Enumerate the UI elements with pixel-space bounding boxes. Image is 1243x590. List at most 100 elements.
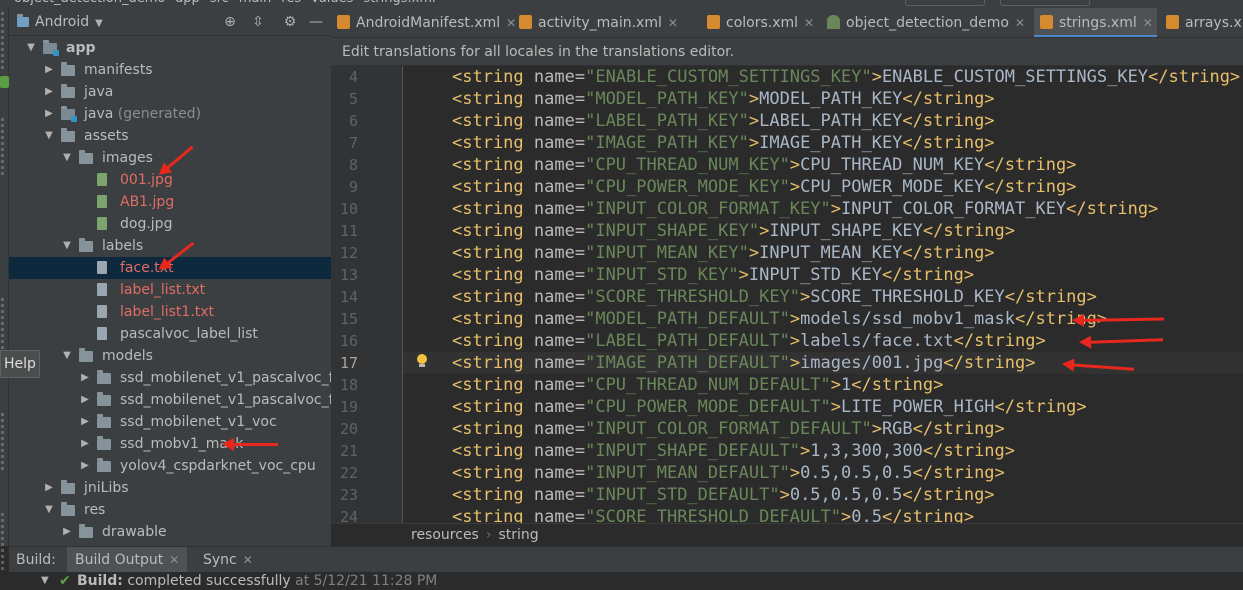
close-icon[interactable]: ✕ xyxy=(169,553,179,567)
locate-target-icon[interactable]: ⊕ xyxy=(221,13,239,31)
code-line[interactable]: <string name="INPUT_MEAN_KEY">INPUT_MEAN… xyxy=(452,242,995,264)
close-icon[interactable]: ✕ xyxy=(1015,16,1025,30)
code-line[interactable]: <string name="MODEL_PATH_DEFAULT">models… xyxy=(452,308,1107,330)
chevron-right-icon[interactable]: ▶ xyxy=(79,455,91,477)
run-config-select[interactable] xyxy=(905,0,985,6)
chevron-right-icon[interactable]: ▶ xyxy=(61,521,73,543)
tree-item[interactable]: label_list1.txt xyxy=(9,301,331,323)
chevron-down-icon[interactable]: ▼ xyxy=(25,37,37,59)
close-icon[interactable]: ✕ xyxy=(804,16,814,30)
editor-tab[interactable]: AndroidManifest.xml ✕ xyxy=(331,8,520,37)
project-view-selector[interactable]: Android ▼ xyxy=(17,14,103,30)
chevron-right-icon[interactable]: ▶ xyxy=(79,367,91,389)
tree-item[interactable]: AB1.jpg xyxy=(9,191,331,213)
build-tab[interactable]: Sync ✕ xyxy=(195,547,261,573)
code-line[interactable]: <string name="LABEL_PATH_KEY">LABEL_PATH… xyxy=(452,110,995,132)
tree-item[interactable]: ▼ labels xyxy=(9,235,331,257)
nav-crumb[interactable]: main xyxy=(239,0,271,6)
tree-item[interactable]: ▶ java (generated) xyxy=(9,103,331,125)
nav-crumb[interactable]: strings.xml xyxy=(363,0,435,6)
code-line[interactable]: <string name="INPUT_SHAPE_KEY">INPUT_SHA… xyxy=(452,220,1015,242)
editor-tab[interactable]: strings.xml ✕ xyxy=(1034,8,1157,37)
tree-item[interactable]: ▼ res xyxy=(9,499,331,521)
lightbulb-icon[interactable] xyxy=(416,354,428,368)
tree-item[interactable]: ▶ jniLibs xyxy=(9,477,331,499)
code-line[interactable]: <string name="MODEL_PATH_KEY">MODEL_PATH… xyxy=(452,88,995,110)
chevron-right-icon[interactable]: ▶ xyxy=(43,81,55,103)
layout-captures-tool-button[interactable] xyxy=(0,298,8,358)
tree-item[interactable]: ▶ drawable xyxy=(9,521,331,543)
code-line[interactable]: <string name="INPUT_COLOR_FORMAT_KEY">IN… xyxy=(452,198,1158,220)
tree-item[interactable]: label_list.txt xyxy=(9,279,331,301)
chevron-right-icon[interactable]: ▶ xyxy=(79,411,91,433)
code-line[interactable]: <string name="SCORE_THRESHOLD_DEFAULT">0… xyxy=(452,506,974,523)
tree-item[interactable]: ▶ ssd_mobv1_mask xyxy=(9,433,331,455)
code-line[interactable]: <string name="IMAGE_PATH_DEFAULT">images… xyxy=(452,352,1035,374)
code-line[interactable]: <string name="CPU_POWER_MODE_DEFAULT">LI… xyxy=(452,396,1087,418)
tree-item[interactable]: ▶ manifests xyxy=(9,59,331,81)
folder-icon xyxy=(97,458,111,472)
translations-editor-banner[interactable]: Edit translations for all locales in the… xyxy=(331,38,1243,66)
tree-item[interactable]: ▶ yolov4_cspdarknet_voc_cpu xyxy=(9,455,331,477)
tree-item[interactable]: ▼ assets xyxy=(9,125,331,147)
code-line[interactable]: <string name="INPUT_STD_KEY">INPUT_STD_K… xyxy=(452,264,974,286)
chevron-down-icon[interactable]: ▼ xyxy=(41,572,49,590)
nav-breadcrumb[interactable]: object_detection_demo app src main res values… xyxy=(14,0,446,6)
editor-tab[interactable]: object_detection_demo ✕ xyxy=(821,8,1029,37)
nav-crumb[interactable]: app xyxy=(175,0,199,6)
gear-icon[interactable]: ⚙ xyxy=(281,13,299,31)
hide-panel-icon[interactable]: — xyxy=(307,13,325,31)
code-token: " xyxy=(830,507,841,523)
nav-crumb[interactable]: res xyxy=(281,0,301,6)
code-line[interactable]: <string name="CPU_THREAD_NUM_KEY">CPU_TH… xyxy=(452,154,1076,176)
chevron-down-icon[interactable]: ▼ xyxy=(61,235,73,257)
tree-item[interactable]: ▶ ssd_mobilenet_v1_pascalvoc_for_ xyxy=(9,389,331,411)
tree-item[interactable]: ▶ ssd_mobilenet_v1_voc xyxy=(9,411,331,433)
close-icon[interactable]: ✕ xyxy=(243,553,253,567)
build-tab[interactable]: Build Output ✕ xyxy=(67,547,188,573)
tree-item[interactable]: dog.jpg xyxy=(9,213,331,235)
code-line[interactable]: <string name="INPUT_STD_DEFAULT">0.5,0.5… xyxy=(452,484,995,506)
structure-tool-button[interactable] xyxy=(0,413,8,473)
tree-item[interactable]: ▶ ssd_mobilenet_v1_pascalvoc_for_ xyxy=(9,367,331,389)
xml-breadcrumb-item[interactable]: string xyxy=(498,527,538,543)
code-line[interactable]: <string name="INPUT_MEAN_DEFAULT">0.5,0.… xyxy=(452,462,1005,484)
code-editor[interactable]: <string name="ENABLE_CUSTOM_SETTINGS_KEY… xyxy=(403,66,1243,523)
chevron-down-icon[interactable]: ▼ xyxy=(43,125,55,147)
resource-manager-tool-button[interactable] xyxy=(0,118,8,178)
chevron-right-icon[interactable]: ▶ xyxy=(43,103,55,125)
chevron-right-icon[interactable]: ▶ xyxy=(79,433,91,455)
collapse-all-icon[interactable]: ⇳ xyxy=(249,13,267,31)
code-line[interactable]: <string name="SCORE_THRESHOLD_KEY">SCORE… xyxy=(452,286,1097,308)
tree-item[interactable]: ▶ java xyxy=(9,81,331,103)
nav-crumb[interactable]: src xyxy=(210,0,229,6)
close-icon[interactable]: ✕ xyxy=(668,16,678,30)
code-line[interactable]: <string name="INPUT_COLOR_FORMAT_DEFAULT… xyxy=(452,418,1005,440)
tree-item[interactable]: pascalvoc_label_list xyxy=(9,323,331,345)
chevron-down-icon[interactable]: ▼ xyxy=(61,345,73,367)
build-result-row[interactable]: ▼ ✔ Build: completed successfully at 5/1… xyxy=(9,572,1243,590)
xml-breadcrumb-item[interactable]: resources xyxy=(411,527,479,543)
device-select[interactable] xyxy=(1000,0,1090,6)
code-line[interactable]: <string name="LABEL_PATH_DEFAULT">labels… xyxy=(452,330,1046,352)
nav-crumb[interactable]: values xyxy=(311,0,353,6)
code-line[interactable]: <string name="ENABLE_CUSTOM_SETTINGS_KEY… xyxy=(452,66,1240,88)
code-line[interactable]: <string name="INPUT_SHAPE_DEFAULT">1,3,3… xyxy=(452,440,1015,462)
editor-tab[interactable]: arrays.xml xyxy=(1160,8,1243,37)
tree-item[interactable]: ▼ models xyxy=(9,345,331,367)
code-line[interactable]: <string name="CPU_POWER_MODE_KEY">CPU_PO… xyxy=(452,176,1076,198)
code-line[interactable]: <string name="IMAGE_PATH_KEY">IMAGE_PATH… xyxy=(452,132,995,154)
chevron-right-icon[interactable]: ▶ xyxy=(43,59,55,81)
chevron-right-icon[interactable]: ▶ xyxy=(43,477,55,499)
editor-tab[interactable]: colors.xml ✕ xyxy=(701,8,818,37)
close-icon[interactable]: ✕ xyxy=(1143,16,1153,30)
chevron-down-icon[interactable]: ▼ xyxy=(43,499,55,521)
favorites-tool-button[interactable] xyxy=(0,513,8,573)
code-line[interactable]: <string name="CPU_THREAD_NUM_DEFAULT">1<… xyxy=(452,374,943,396)
project-tool-button[interactable] xyxy=(0,12,8,72)
editor-tab[interactable]: activity_main.xml ✕ xyxy=(513,8,682,37)
chevron-right-icon[interactable]: ▶ xyxy=(79,389,91,411)
nav-crumb[interactable]: object_detection_demo xyxy=(14,0,165,6)
tree-item[interactable]: ▼ app xyxy=(9,37,331,59)
chevron-down-icon[interactable]: ▼ xyxy=(61,147,73,169)
